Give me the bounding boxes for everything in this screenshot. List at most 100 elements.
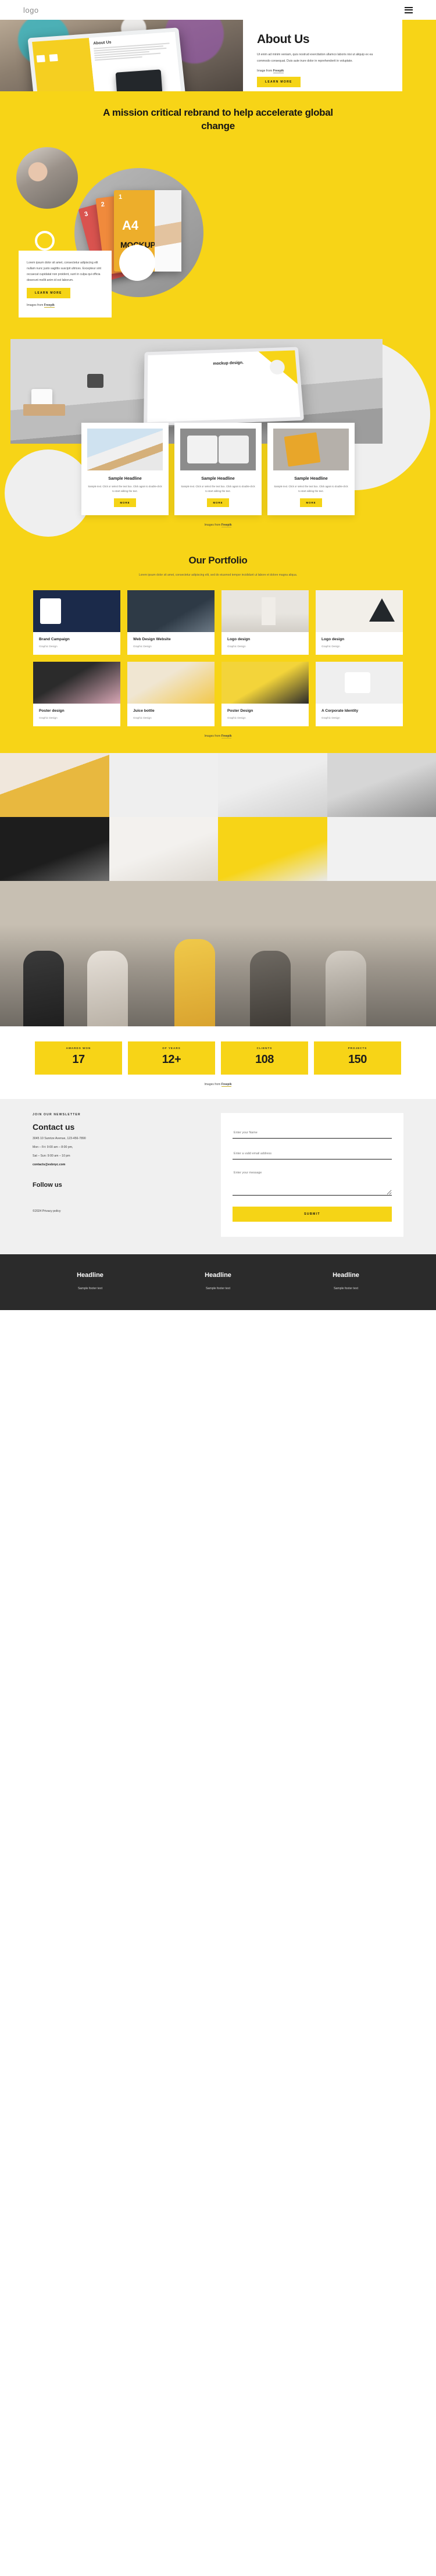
gallery-tile-portrait-woman-turtleneck <box>109 816 218 881</box>
portfolio-item-tag: Graphic Design <box>133 716 152 719</box>
freepik-link[interactable]: Freepik <box>221 1082 232 1087</box>
portfolio-item[interactable]: Poster Design Graphic Design <box>221 661 309 726</box>
gallery-tile-portrait-woman-yellow-sweater <box>0 752 109 817</box>
portfolio-item[interactable]: Logo design Graphic Design <box>221 590 309 655</box>
sample-card-more-button[interactable]: MORE <box>206 498 230 507</box>
sample-card-more-button[interactable]: MORE <box>113 498 137 507</box>
footer-column-text: Sample footer text <box>77 1286 103 1290</box>
site-logo[interactable]: logo <box>23 6 39 15</box>
portfolio-item[interactable]: Poster design Graphic Design <box>33 661 120 726</box>
freepik-link[interactable]: Freepik <box>273 69 284 74</box>
laptop-mockup: About Us <box>27 27 188 91</box>
portfolio-item-tag: Graphic Design <box>39 644 58 648</box>
mockup-card-3-number: 3 <box>83 210 89 218</box>
site-footer: Headline Sample footer text Headline Sam… <box>0 1254 436 1310</box>
footer-column-title: Headline <box>333 1271 359 1279</box>
stats-row: AWARDS WON 17 OF YEARS 12+ CLIENTS 108 P… <box>0 1041 436 1075</box>
portfolio-item-tag: Graphic Design <box>321 716 340 719</box>
footer-column: Headline Sample footer text <box>302 1272 389 1290</box>
copyright-privacy-policy[interactable]: ©2024 Privacy policy <box>33 1209 207 1213</box>
portfolio-item-title: Juice bottle <box>133 708 155 713</box>
mockup-a4-label: A4 <box>122 217 139 233</box>
portfolio-item[interactable]: A Corporate Identity Graphic Design <box>316 661 403 726</box>
email-field[interactable] <box>233 1148 392 1159</box>
mockup-card-1-number: 1 <box>119 193 123 201</box>
team-person <box>23 950 64 1026</box>
stats-image-credit: Images from Freepik <box>0 1082 436 1087</box>
hero-text-block: About Us Ut enim ad minim veniam, quis n… <box>243 20 402 91</box>
portfolio-grid: Brand Campaign Graphic Design Web Design… <box>0 590 436 726</box>
team-person <box>174 939 215 1026</box>
hero-credit-prefix: Image from <box>257 69 273 73</box>
portfolio-item-title: Logo design <box>321 637 345 641</box>
hero-section: About Us About Us Ut enim ad minim venia… <box>0 20 436 91</box>
top-navigation-bar: logo <box>0 0 436 20</box>
sample-card-title: Sample Headline <box>294 475 328 481</box>
team-person <box>326 950 366 1026</box>
contact-email[interactable]: contacts@esbnyc.com <box>33 1163 207 1166</box>
portfolio-item-tag: Graphic Design <box>133 644 152 648</box>
hero-learn-more-button[interactable]: LEARN MORE <box>257 77 301 88</box>
sweater-mockup-thumbnail <box>180 428 256 470</box>
mission-credit-prefix: Images from <box>27 303 44 307</box>
brochure-mockup-thumbnail <box>273 428 349 470</box>
freepik-link[interactable]: Freepik <box>44 303 55 308</box>
brand-campaign-thumb <box>33 590 120 632</box>
mockup-model-photo <box>155 190 181 272</box>
mockup-card-2-number: 2 <box>100 201 105 209</box>
portfolio-item[interactable]: Logo design Graphic Design <box>316 590 403 655</box>
team-person <box>87 950 128 1026</box>
gallery-tile-portrait-man-grayscale <box>327 752 436 817</box>
sample-card: Sample Headline Sample text. Click or se… <box>267 422 355 515</box>
stat-card: AWARDS WON 17 <box>35 1041 122 1075</box>
showcase-section: mockup design. Sample Headline Sample te… <box>0 338 436 542</box>
portfolio-credit-prefix: Images from <box>204 734 221 738</box>
portfolio-item-title: Poster Design <box>227 708 253 713</box>
contact-hours-weekend: Sat – Sun: 9:00 am – 10 pm <box>33 1154 70 1158</box>
sample-card: Sample Headline Sample text. Click or se… <box>81 422 169 515</box>
logo-design-thumb <box>221 590 309 632</box>
submit-button[interactable]: SUBMIT <box>233 1206 392 1222</box>
mission-heading: A mission critical rebrand to help accel… <box>103 107 333 131</box>
freepik-link[interactable]: Freepik <box>221 734 232 738</box>
name-field[interactable] <box>233 1127 392 1139</box>
hamburger-menu-icon[interactable] <box>405 6 413 13</box>
footer-column-title: Headline <box>77 1271 103 1279</box>
photo-gallery-grid <box>0 752 436 881</box>
stats-credit-prefix: Images from <box>204 1082 221 1086</box>
portfolio-item[interactable]: Web Design Website Graphic Design <box>127 590 215 655</box>
mission-image-credit: Images from Freepik <box>27 303 103 308</box>
portfolio-item[interactable]: Brand Campaign Graphic Design <box>33 590 120 655</box>
sample-card-more-button[interactable]: MORE <box>299 498 323 507</box>
contact-info-block: JOIN OUR NEWSLETTER Contact us 3045 10 S… <box>33 1113 207 1237</box>
portfolio-item-title: Poster design <box>39 708 65 713</box>
portfolio-item-title: A Corporate Identity <box>321 708 359 713</box>
stat-value: 108 <box>255 1052 274 1066</box>
desk-laptop-mockup: mockup design. <box>144 347 305 426</box>
portfolio-item-title: Logo design <box>227 637 251 641</box>
sample-cards-row: Sample Headline Sample text. Click or se… <box>0 422 436 515</box>
gallery-tile-dark-ceiling-structure <box>218 752 327 817</box>
portfolio-item-title: Brand Campaign <box>39 637 70 641</box>
gallery-tile-white-frames-wall <box>327 816 436 881</box>
footer-column-text: Sample footer text <box>333 1286 359 1290</box>
contact-form: SUBMIT <box>221 1112 403 1237</box>
page-title: About Us <box>257 33 310 46</box>
stat-value: 17 <box>72 1052 85 1066</box>
portfolio-subtitle: Lorem ipsum dolor sit amet, consectetur … <box>138 573 298 577</box>
web-design-thumb <box>127 590 215 632</box>
portfolio-item[interactable]: Juice bottle Graphic Design <box>127 661 215 726</box>
corporate-identity-thumb <box>316 661 403 704</box>
logo-design-alt-thumb <box>316 590 403 632</box>
freepik-link[interactable]: Freepik <box>221 523 232 527</box>
team-meeting-photo <box>0 880 436 1026</box>
mission-learn-more-button[interactable]: LEARN MORE <box>27 287 70 298</box>
notebook-object <box>23 404 65 416</box>
contact-address: 3045 10 Sunrize Avenue, 123-456-7890 <box>33 1136 86 1140</box>
poster-design-thumb <box>33 661 120 704</box>
hero-accent-strip <box>402 20 436 91</box>
showcase-credit-prefix: Images from <box>204 523 221 527</box>
sample-card-text: Sample text. Click or select the text bo… <box>274 484 348 493</box>
message-field[interactable] <box>233 1167 392 1196</box>
team-person <box>250 950 291 1026</box>
